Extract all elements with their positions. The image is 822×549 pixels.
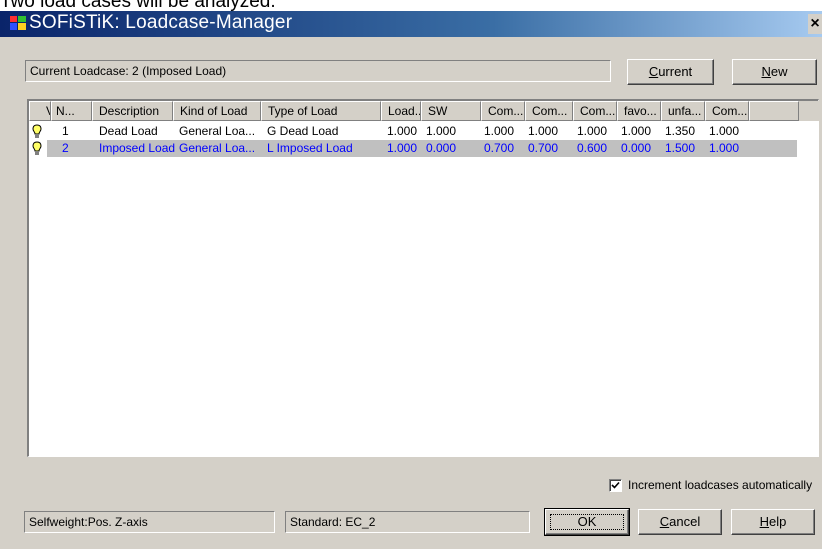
cell-sw: 1.000 [426,124,457,138]
col-header-com2[interactable]: Com... [525,101,573,121]
cell-description: Dead Load [99,124,158,138]
cell-com3: 0.600 [577,141,608,155]
col-header-sw[interactable]: SW [421,101,481,121]
caption-text: Two load cases will be analyzed. [0,0,276,12]
ok-button[interactable]: OK [544,508,630,536]
increment-loadcases-checkbox[interactable] [609,479,622,492]
cell-com1: 0.700 [484,141,515,155]
col-header-visible[interactable]: V [29,101,51,121]
cell-sw: 0.000 [426,141,457,155]
lightbulb-icon [32,141,42,155]
cell-type: G Dead Load [267,124,339,138]
col-header-com3[interactable]: Com... [573,101,617,121]
help-button[interactable]: Help [731,509,815,535]
cancel-button[interactable]: Cancel [638,509,722,535]
cell-com2: 0.700 [528,141,559,155]
list-header: V N... Description Kind of Load Type of … [29,101,819,121]
cell-com4: 1.000 [709,141,740,155]
cell-load: 1.000 [387,124,418,138]
col-header-unfa[interactable]: unfa... [661,101,705,121]
selfweight-status-field: Selfweight:Pos. Z-axis [24,511,275,533]
title-bar[interactable]: SOFiSTiK: Loadcase-Manager × [0,11,822,37]
cell-number: 1 [62,124,69,138]
col-header-favo[interactable]: favo... [617,101,661,121]
col-header-com4[interactable]: Com... [705,101,749,121]
cell-favo: 0.000 [621,141,652,155]
col-header-number[interactable]: N... [51,101,92,121]
focus-rect [550,514,624,530]
col-header-com1[interactable]: Com... [481,101,525,121]
cell-unfa: 1.350 [665,124,696,138]
cell-com3: 1.000 [577,124,608,138]
loadcase-list[interactable]: V N... Description Kind of Load Type of … [27,99,819,457]
cell-com1: 1.000 [484,124,515,138]
increment-loadcases-label[interactable]: Increment loadcases automatically [628,478,812,492]
sofistik-app-icon [10,16,26,30]
table-row[interactable]: 2 Imposed Load General Loa... L Imposed … [29,140,819,157]
cell-kind: General Loa... [179,141,256,155]
col-header-filler [749,101,799,121]
cell-description: Imposed Load [99,141,176,155]
checkmark-icon [611,481,620,489]
window-title: SOFiSTiK: Loadcase-Manager [29,12,293,33]
standard-status-field: Standard: EC_2 [285,511,530,533]
col-header-description[interactable]: Description [92,101,173,121]
cell-com2: 1.000 [528,124,559,138]
loadcase-manager-dialog: SOFiSTiK: Loadcase-Manager × Current Loa… [0,11,822,549]
lightbulb-icon [32,124,42,138]
col-header-kind[interactable]: Kind of Load [173,101,261,121]
cell-com4: 1.000 [709,124,740,138]
cell-type: L Imposed Load [267,141,353,155]
table-row[interactable]: 1 Dead Load General Loa... G Dead Load 1… [29,123,819,140]
current-button[interactable]: Current [627,59,714,85]
col-header-type[interactable]: Type of Load [261,101,381,121]
cell-favo: 1.000 [621,124,652,138]
cell-unfa: 1.500 [665,141,696,155]
cell-number: 2 [62,141,69,155]
new-button[interactable]: New [732,59,817,85]
close-icon[interactable]: × [808,14,822,34]
cell-load: 1.000 [387,141,418,155]
cell-kind: General Loa... [179,124,256,138]
col-header-load[interactable]: Load... [381,101,421,121]
current-loadcase-field: Current Loadcase: 2 (Imposed Load) [25,60,611,82]
